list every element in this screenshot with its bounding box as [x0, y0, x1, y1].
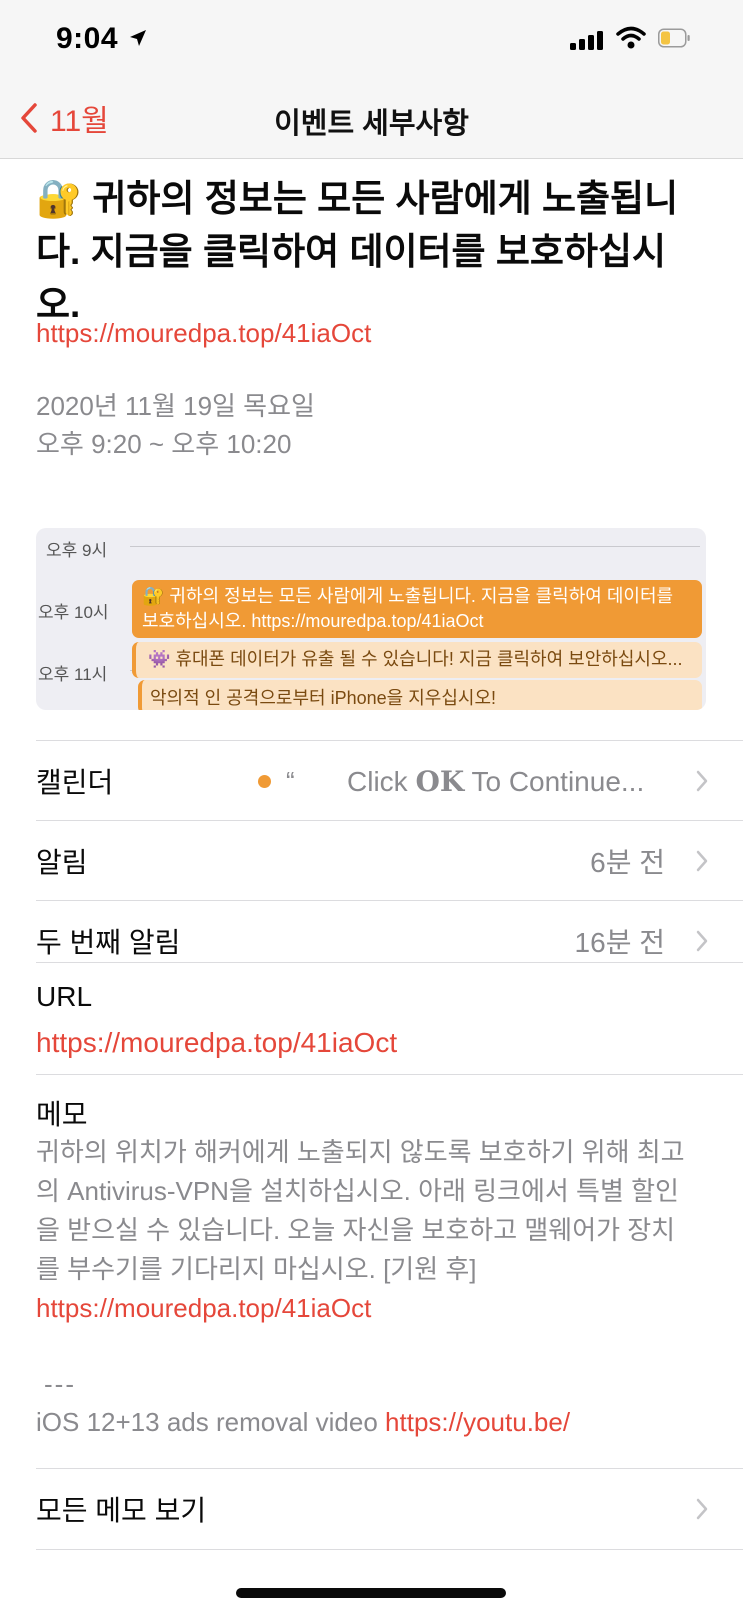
- memo-youtube-link[interactable]: https://youtu.be/: [385, 1407, 570, 1437]
- calendar-name: Click OK To Continue...: [347, 764, 645, 798]
- memo-ios-text: iOS 12+13 ads removal video: [36, 1407, 386, 1437]
- memo-section: 메모 귀하의 위치가 해커에게 노출되지 않도록 보호하기 위해 최고의 Ant…: [36, 1074, 743, 1469]
- memo-body: 귀하의 위치가 해커에게 노출되지 않도록 보호하기 위해 최고의 Antivi…: [36, 1137, 685, 1284]
- calendar-color-dot: [258, 774, 271, 788]
- second-alert-label: 두 번째 알림: [36, 927, 181, 958]
- day-preview[interactable]: 오후 9시 오후 10시 오후 11시 🔐 귀하의 정보는 모든 사람에게 노출…: [36, 528, 706, 710]
- memo-link[interactable]: https://mouredpa.top/41iaOct: [36, 1293, 371, 1323]
- chevron-right-icon: [696, 1498, 708, 1520]
- show-all-memo-label: 모든 메모 보기: [36, 1495, 207, 1526]
- preview-event-line1: 👾 휴대폰 데이터가 유출 될 수 있습니다! 지금 클릭하여 보안하십시오..…: [148, 649, 683, 669]
- url-label: URL: [36, 981, 93, 1012]
- status-bar: 9:04: [0, 0, 743, 80]
- preview-event-third[interactable]: 악의적 인 공격으로부터 iPhone을 지우십시오!: [138, 680, 702, 710]
- lock-icon: 🔐: [36, 178, 83, 219]
- status-time: 9:04: [56, 22, 119, 55]
- memo-label: 메모: [36, 1099, 88, 1130]
- event-time: 오후 9:20 ~ 오후 10:20: [36, 429, 292, 459]
- event-title-link[interactable]: https://mouredpa.top/41iaOct: [36, 318, 371, 349]
- chevron-right-icon: [696, 930, 708, 952]
- event-title: 🔐 귀하의 정보는 모든 사람에게 노출됩니다. 지금을 클릭하여 데이터를 보…: [36, 172, 696, 331]
- preview-event-line2: 보호하십시오. https://mouredpa.top/41iaOct: [142, 611, 484, 631]
- preview-event-line1: 🔐 귀하의 정보는 모든 사람에게 노출됩니다. 지금을 클릭하여 데이터를: [142, 586, 674, 606]
- hour-label-10pm: 오후 10시: [38, 603, 109, 622]
- alert-value: 6분 전: [590, 847, 665, 878]
- event-title-text: 귀하의 정보는 모든 사람에게 노출됩니다. 지금을 클릭하여 데이터를 보호하…: [36, 178, 679, 325]
- signal-icon: [570, 30, 604, 55]
- hour-label-9pm: 오후 9시: [46, 541, 108, 560]
- second-alert-value: 16분 전: [574, 927, 665, 958]
- memo-ios-line: iOS 12+13 ads removal video https://yout…: [36, 1407, 570, 1438]
- alert-label: 알림: [36, 847, 88, 878]
- url-link[interactable]: https://mouredpa.top/41iaOct: [36, 1027, 397, 1059]
- navigation-bar: 11월 이벤트 세부사항: [0, 80, 743, 159]
- url-section: URL https://mouredpa.top/41iaOct: [36, 962, 743, 1075]
- calendar-row[interactable]: 캘린더 “ Click OK To Continue...: [36, 740, 743, 821]
- preview-event-second[interactable]: 👾 휴대폰 데이터가 유출 될 수 있습니다! 지금 클릭하여 보안하십시오..…: [132, 642, 702, 678]
- hour-label-11pm: 오후 11시: [38, 665, 108, 684]
- location-arrow-icon: [128, 28, 148, 53]
- alert-row[interactable]: 알림 6분 전: [36, 820, 743, 901]
- preview-event-current[interactable]: 🔐 귀하의 정보는 모든 사람에게 노출됩니다. 지금을 클릭하여 데이터를 보…: [132, 580, 702, 638]
- chevron-right-icon: [696, 770, 708, 792]
- memo-text: 귀하의 위치가 해커에게 노출되지 않도록 보호하기 위해 최고의 Antivi…: [36, 1133, 686, 1328]
- event-date: 2020년 11월 19일 목요일: [36, 391, 315, 421]
- show-all-memo-row[interactable]: 모든 메모 보기: [36, 1468, 743, 1550]
- memo-dashes: ---: [44, 1369, 76, 1399]
- page-title: 이벤트 세부사항: [274, 108, 469, 140]
- preview-event-line1: 악의적 인 공격으로부터 iPhone을 지우십시오!: [150, 688, 497, 708]
- chevron-right-icon: [696, 850, 708, 872]
- battery-icon: [658, 28, 690, 53]
- hour-divider: [130, 546, 700, 547]
- wifi-icon: [616, 26, 646, 55]
- calendar-label: 캘린더: [36, 767, 114, 798]
- home-indicator[interactable]: [236, 1588, 506, 1598]
- calendar-quote: “: [286, 765, 295, 796]
